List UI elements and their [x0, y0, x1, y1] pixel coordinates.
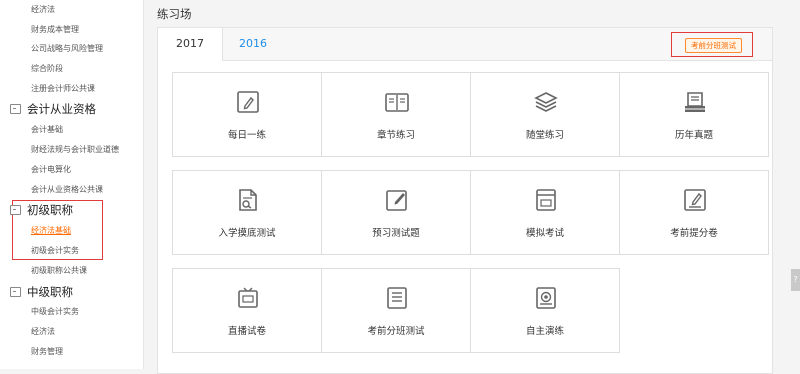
sidebar-item-financial-cost-management[interactable]: 财务成本管理: [31, 24, 79, 36]
sidebar-item-comprehensive-stage[interactable]: 综合阶段: [31, 63, 63, 75]
sidebar-item-intermediate-accounting[interactable]: 中级会计实务: [31, 306, 79, 318]
collapse-icon: [10, 104, 21, 114]
card-label: 自主演练: [525, 326, 564, 337]
card-label: 每日一练: [227, 130, 266, 141]
sidebar-item-computerized-accounting[interactable]: 会计电算化: [31, 164, 71, 176]
card-label: 随堂练习: [525, 130, 564, 141]
sidebar-item-accounting-public-course[interactable]: 会计从业资格公共课: [31, 184, 103, 196]
year-tab-bar: 2017 2016 考前分班测试: [158, 28, 772, 61]
page-title: 练习场: [157, 7, 192, 21]
sidebar: 经济法 财务成本管理 公司战略与风险管理 综合阶段 注册会计师公共课 会计从业资…: [0, 0, 144, 369]
card-pre-exam-placement[interactable]: 考前分班测试: [321, 268, 471, 353]
card-mock-exam[interactable]: 模拟考试: [470, 170, 620, 255]
card-live-exam[interactable]: 直播试卷: [172, 268, 322, 353]
collapse-icon: [10, 287, 21, 297]
paper-stack-icon: [685, 92, 705, 112]
card-past-exams[interactable]: 历年真题: [619, 72, 769, 157]
tab-2017[interactable]: 2017: [158, 28, 223, 61]
sidebar-item-cpa-public-course[interactable]: 注册会计师公共课: [31, 83, 95, 95]
main-content: 练习场 2017 2016 考前分班测试 每日一练 章节练习 随堂练习 历年真题…: [143, 0, 800, 374]
floating-help-tab[interactable]: ?: [791, 269, 800, 291]
pencil-square-icon: [237, 91, 259, 113]
sidebar-section-intermediate-title[interactable]: 中级职称: [10, 284, 73, 300]
sidebar-item-accounting-basics[interactable]: 会计基础: [31, 124, 63, 136]
edit-note-icon: [386, 190, 407, 211]
sidebar-item-economic-law-basics[interactable]: 经济法基础: [31, 225, 71, 237]
card-label: 考前分班测试: [367, 326, 425, 337]
card-label: 直播试卷: [227, 326, 266, 337]
practice-panel: 2017 2016 考前分班测试 每日一练 章节练习 随堂练习 历年真题 入学摸…: [157, 27, 773, 374]
target-icon: [536, 287, 556, 309]
card-entrance-diagnostic[interactable]: 入学摸底测试: [172, 170, 322, 255]
layers-icon: [534, 92, 558, 112]
highlight-box-test-button: 考前分班测试: [671, 32, 753, 57]
sidebar-item-economic-law-2[interactable]: 经济法: [31, 326, 55, 338]
card-label: 章节练习: [376, 130, 415, 141]
card-self-drill[interactable]: 自主演练: [470, 268, 620, 353]
sidebar-item-junior-accounting-practice[interactable]: 初级会计实务: [31, 245, 79, 257]
card-label: 预习测试题: [372, 228, 420, 239]
card-label: 考前提分卷: [670, 228, 718, 239]
exam-window-icon: [536, 189, 556, 211]
card-daily-practice[interactable]: 每日一练: [172, 72, 322, 157]
pen-doc-icon: [684, 189, 706, 211]
card-chapter-practice[interactable]: 章节练习: [321, 72, 471, 157]
card-label: 入学摸底测试: [218, 228, 276, 239]
sidebar-item-junior-public-course[interactable]: 初级职称公共课: [31, 265, 87, 277]
card-label: 历年真题: [674, 130, 713, 141]
open-book-icon: [385, 93, 409, 112]
pre-exam-placement-test-button[interactable]: 考前分班测试: [685, 38, 742, 53]
card-in-class-practice[interactable]: 随堂练习: [470, 72, 620, 157]
sidebar-section-label: 初级职称: [27, 203, 73, 217]
collapse-icon: [10, 205, 21, 215]
tv-icon: [238, 287, 258, 308]
sidebar-section-label: 会计从业资格: [27, 102, 96, 116]
sidebar-section-label: 中级职称: [27, 285, 73, 299]
card-pre-exam-boost[interactable]: 考前提分卷: [619, 170, 769, 255]
card-label: 模拟考试: [525, 228, 564, 239]
sidebar-item-strategy-risk[interactable]: 公司战略与风险管理: [31, 43, 103, 55]
sidebar-item-financial-management[interactable]: 财务管理: [31, 346, 63, 358]
sidebar-item-finance-law-ethics[interactable]: 财经法规与会计职业道德: [31, 144, 119, 156]
card-preview-test[interactable]: 预习测试题: [321, 170, 471, 255]
sidebar-section-accounting-qualification[interactable]: 会计从业资格: [10, 101, 96, 117]
document-magnifier-icon: [239, 189, 257, 211]
sidebar-item-economic-law[interactable]: 经济法: [31, 4, 55, 16]
sidebar-section-junior-title[interactable]: 初级职称: [10, 202, 73, 218]
tab-2016[interactable]: 2016: [222, 28, 284, 60]
list-doc-icon: [387, 287, 407, 309]
